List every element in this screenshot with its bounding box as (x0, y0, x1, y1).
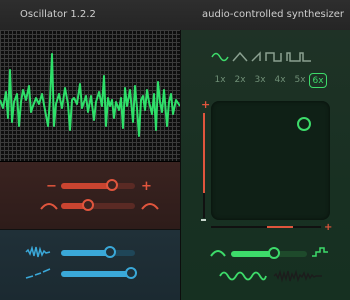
noise-burst-icon (25, 246, 51, 258)
square-wave-icon (265, 52, 282, 62)
blue-control-panel (0, 230, 180, 300)
blue-slider-1-knob[interactable] (104, 246, 116, 258)
app-subtitle: audio-controlled synthesizer (202, 9, 345, 20)
synth-control-panel: 1x 2x 3x 4x 5x 6x + + (180, 30, 350, 300)
vertical-slider-fill (203, 113, 205, 193)
decrease-button[interactable]: − (46, 180, 57, 193)
red-slider-1-knob[interactable] (106, 179, 118, 191)
app-title: Oscillator 1.2.2 (20, 9, 96, 20)
horizontal-slider-track[interactable] (211, 226, 321, 228)
oscilloscope-display (0, 30, 180, 162)
red-slider-1[interactable] (61, 179, 135, 191)
increase-button[interactable]: + (141, 180, 152, 193)
noise-preview-icon (273, 269, 322, 283)
horizontal-plus-icon: + (324, 222, 333, 233)
sine-preview-icon (219, 271, 267, 281)
green-slider-fill (231, 251, 272, 257)
vertical-plus-icon: + (201, 98, 211, 111)
arch-up-icon-green (210, 250, 226, 257)
pulse-wave-icon (286, 52, 311, 62)
red-slider-1-fill (61, 183, 111, 189)
green-slider[interactable] (231, 247, 307, 259)
red-slider-2-knob[interactable] (82, 199, 94, 211)
vertical-slider-track[interactable] (203, 113, 205, 218)
arch-down-icon[interactable] (40, 201, 58, 211)
horizontal-minus-icon (201, 219, 206, 221)
step-icon-green (312, 247, 328, 257)
blue-slider-2[interactable] (61, 267, 137, 279)
waveform-selector[interactable] (211, 50, 331, 64)
xy-pad-handle[interactable] (297, 117, 311, 131)
triangle-wave-icon (232, 51, 248, 62)
ramp-icon (25, 268, 51, 279)
arch-up-icon[interactable] (141, 201, 159, 211)
waveform-trace (0, 53, 180, 137)
green-slider-knob[interactable] (268, 247, 280, 259)
multiplier-2x[interactable]: 2x (232, 75, 248, 85)
horizontal-slider-fill (267, 226, 293, 228)
sine-wave-icon (211, 52, 229, 62)
blue-slider-2-fill (61, 271, 131, 277)
blue-slider-1-fill (61, 250, 109, 256)
xy-pad[interactable] (211, 101, 330, 220)
multiplier-3x[interactable]: 3x (252, 75, 268, 85)
sawtooth-wave-icon (251, 51, 261, 62)
multiplier-4x[interactable]: 4x (272, 75, 288, 85)
title-bar: Oscillator 1.2.2 audio-controlled synthe… (0, 0, 350, 31)
multiplier-1x[interactable]: 1x (212, 75, 228, 85)
red-control-panel: − + (0, 162, 180, 230)
red-slider-2[interactable] (61, 199, 135, 211)
multiplier-5x[interactable]: 5x (292, 75, 308, 85)
multiplier-6x-selected[interactable]: 6x (309, 73, 327, 88)
blue-slider-2-knob[interactable] (125, 267, 137, 279)
blue-slider-1[interactable] (61, 246, 135, 258)
